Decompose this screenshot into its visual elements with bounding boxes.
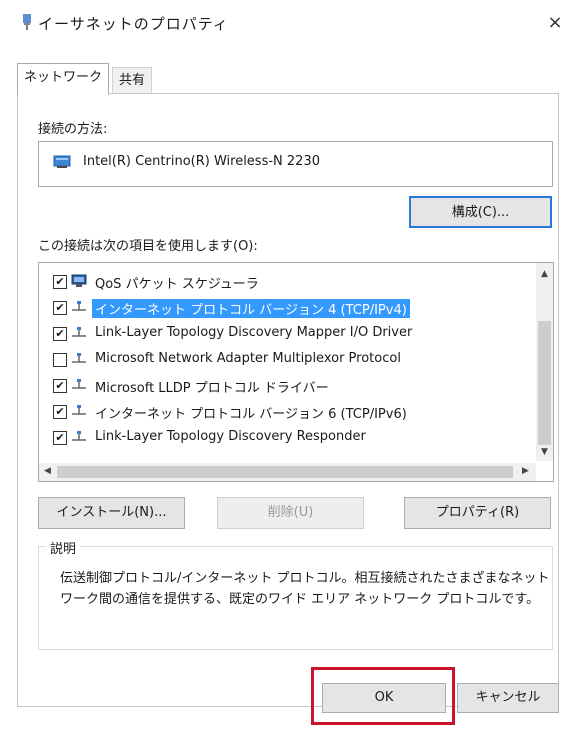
list-item[interactable]: ✔ Link-Layer Topology Discovery Mapper I…: [39, 321, 529, 347]
protocol-icon: [72, 353, 86, 363]
connect-using-label: 接続の方法:: [38, 122, 108, 137]
list-item[interactable]: ✔ インターネット プロトコル バージョン 6 (TCP/IPv6): [39, 399, 529, 425]
network-adapter-icon: [23, 14, 31, 30]
protocol-icon: [72, 327, 86, 337]
window-title: イーサネットのプロパティ: [38, 15, 229, 33]
qos-scheduler-icon: [71, 274, 87, 287]
list-item-label: インターネット プロトコル バージョン 4 (TCP/IPv4): [92, 299, 410, 318]
title-bar: イーサネットのプロパティ ×: [0, 0, 576, 44]
description-text: 伝送制御プロトコル/インターネット プロトコル。相互接続されたさまざまなネットワ…: [60, 571, 550, 607]
install-button[interactable]: インストール(N)...: [38, 497, 185, 529]
items-label: この接続は次の項目を使用します(O):: [38, 239, 258, 254]
items-list[interactable]: ✔ QoS パケット スケジューラ ✔ インターネット プロトコル バージョン …: [38, 262, 554, 482]
uninstall-button[interactable]: 削除(U): [217, 497, 364, 529]
scroll-right-icon[interactable]: ▶: [517, 466, 534, 476]
tab-strip: ネットワーク 共有: [17, 63, 557, 95]
adapter-name: Intel(R) Centrino(R) Wireless-N 2230: [83, 154, 320, 169]
scroll-up-icon[interactable]: ▲: [536, 269, 553, 279]
tab-sharing[interactable]: 共有: [112, 67, 153, 93]
checkbox[interactable]: ✔: [53, 405, 67, 419]
network-card-icon: [53, 155, 71, 168]
list-item[interactable]: ✔ Link-Layer Topology Discovery Responde…: [39, 425, 529, 451]
vertical-scrollbar[interactable]: ▲ ▼: [536, 263, 553, 461]
scroll-left-icon[interactable]: ◀: [39, 466, 56, 476]
close-button[interactable]: ×: [540, 10, 570, 36]
protocol-icon: [72, 379, 86, 389]
list-item[interactable]: ✔ Microsoft LLDP プロトコル ドライバー: [39, 373, 529, 399]
list-item[interactable]: Microsoft Network Adapter Multiplexor Pr…: [39, 347, 529, 373]
adapter-box: Intel(R) Centrino(R) Wireless-N 2230: [38, 141, 553, 187]
scroll-down-icon[interactable]: ▼: [536, 447, 553, 457]
checkbox[interactable]: ✔: [53, 327, 67, 341]
list-item[interactable]: ✔ QoS パケット スケジューラ: [39, 269, 529, 295]
horizontal-scrollbar[interactable]: ◀ ▶: [39, 463, 536, 481]
list-item-label: Microsoft Network Adapter Multiplexor Pr…: [95, 351, 401, 366]
list-item-label: Microsoft LLDP プロトコル ドライバー: [95, 381, 329, 396]
protocol-icon: [72, 431, 86, 441]
list-item-label: インターネット プロトコル バージョン 6 (TCP/IPv6): [95, 407, 407, 422]
list-item[interactable]: ✔ インターネット プロトコル バージョン 4 (TCP/IPv4): [39, 295, 529, 321]
checkbox[interactable]: ✔: [53, 379, 67, 393]
tab-network[interactable]: ネットワーク: [17, 63, 110, 95]
configure-button[interactable]: 構成(C)...: [409, 196, 552, 228]
ok-button[interactable]: OK: [322, 683, 446, 713]
protocol-icon: [72, 405, 86, 415]
checkbox[interactable]: [53, 353, 67, 367]
checkbox[interactable]: ✔: [53, 301, 67, 315]
list-item-label: Link-Layer Topology Discovery Responder: [95, 429, 366, 444]
checkbox[interactable]: ✔: [53, 275, 67, 289]
checkbox[interactable]: ✔: [53, 431, 67, 445]
protocol-icon: [72, 301, 86, 311]
description-title: 説明: [46, 538, 81, 557]
list-item-label: Link-Layer Topology Discovery Mapper I/O…: [95, 325, 413, 340]
list-item-label: QoS パケット スケジューラ: [95, 277, 259, 292]
horizontal-scroll-thumb[interactable]: [57, 466, 513, 478]
vertical-scroll-thumb[interactable]: [538, 321, 551, 445]
cancel-button[interactable]: キャンセル: [457, 683, 559, 713]
properties-button[interactable]: プロパティ(R): [404, 497, 551, 529]
